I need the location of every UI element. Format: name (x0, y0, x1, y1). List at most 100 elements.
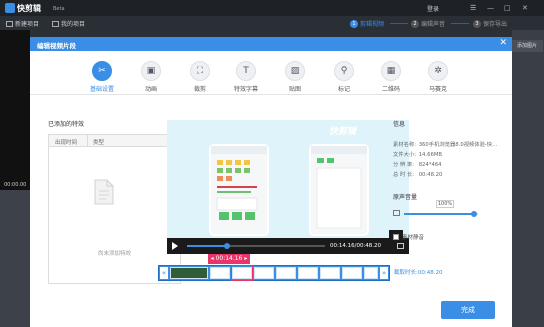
timeline-right-arrow-icon[interactable]: » (380, 267, 388, 279)
current-time-tag: ◂ 00:14.16 ▸ (208, 254, 250, 264)
volume-title: 原声音量 (393, 194, 418, 201)
phone-screen-left-icon (211, 146, 267, 220)
animation-icon: ▣ (141, 61, 161, 81)
app-toolbar: 新建项目 我的项目 1 剪辑视频 2 编辑声音 3 保存导出 (0, 16, 544, 30)
step-number: 2 (411, 19, 419, 28)
mute-checkbox[interactable] (393, 234, 399, 240)
timeline-left-arrow-icon[interactable]: « (160, 267, 168, 279)
info-value: 00:48.20 (418, 172, 443, 178)
mute-label: 素材静音 (402, 235, 425, 241)
tab-basic-settings[interactable]: ✂ 基础设置 (82, 61, 122, 93)
app-name: 快剪辑 (17, 4, 41, 13)
background-track (0, 190, 30, 327)
pin-icon: ⚲ (334, 61, 354, 81)
tab-label: 贴图 (288, 86, 301, 93)
info-value: 360手机浏览器8.0视频体验-快... (418, 142, 498, 148)
volume-slider-fill (404, 213, 474, 215)
qrcode-icon: ▦ (381, 61, 401, 81)
player-progress-fill (187, 245, 228, 247)
step-edit-video[interactable]: 1 剪辑视频 (350, 19, 384, 28)
info-key: 分 辨 率: (393, 162, 415, 168)
new-project-button[interactable]: 新建项目 (6, 19, 39, 28)
tab-label: 基础设置 (89, 86, 114, 93)
new-project-label: 新建项目 (15, 21, 40, 28)
done-button[interactable]: 完成 (441, 301, 495, 319)
step-label: 保存导出 (483, 21, 508, 28)
scissors-icon: ✂ (92, 61, 112, 81)
tab-crop[interactable]: ⛶ 裁剪 (180, 61, 220, 93)
player-volume-icon[interactable] (397, 243, 404, 249)
tab-mosaic[interactable]: ✲ 马赛克 (418, 61, 458, 93)
info-title: 信息 (393, 121, 406, 128)
effects-empty-text: 尚未添加特效 (97, 251, 131, 257)
volume-percent: 100% (436, 200, 454, 208)
info-row-filename: 素材名称: 360手机浏览器8.0视频体验-快... (393, 140, 497, 148)
text-icon: T (236, 61, 256, 81)
info-row-resolution: 分 辨 率: 824*464 (393, 160, 442, 168)
player-progress-handle[interactable] (224, 243, 231, 249)
timeline-frame (320, 267, 340, 279)
volume-slider[interactable] (404, 211, 478, 217)
step-number: 1 (350, 19, 358, 28)
timeline-current-marker[interactable] (231, 265, 253, 281)
tab-effect-subtitles[interactable]: T 特效字幕 (226, 61, 266, 93)
col-header-type: 类型 (93, 140, 105, 146)
tab-label: 动画 (144, 86, 157, 93)
add-image-button[interactable]: 添加图片 (511, 40, 543, 52)
video-watermark-logo: 快剪辑 (329, 127, 357, 137)
step-label: 编辑声音 (421, 21, 446, 28)
play-icon[interactable] (172, 242, 178, 250)
info-key: 文件大小: (393, 152, 416, 158)
tab-label: 裁剪 (193, 86, 206, 93)
step-number: 3 (473, 19, 481, 28)
dialog-close-icon[interactable]: ✕ (499, 38, 507, 48)
effects-table: 出现时间 类型 尚未添加特效 (48, 134, 181, 284)
phone-screen-right-icon (311, 146, 367, 229)
clip-duration-label: 截取时长:00:48.20 (394, 270, 443, 276)
tab-qrcode[interactable]: ▦ 二维码 (371, 61, 411, 93)
tab-animation[interactable]: ▣ 动画 (131, 61, 171, 93)
close-window-icon[interactable]: ✕ (522, 4, 528, 12)
menu-icon[interactable]: ☰ (470, 4, 476, 12)
player-controls: 00:14.16/00:48.20 (167, 238, 409, 254)
folder-icon (52, 20, 59, 27)
column-divider (87, 135, 88, 147)
tab-label: 标记 (337, 86, 350, 93)
maximize-icon[interactable]: □ (504, 4, 511, 12)
timeline-frame (298, 267, 318, 279)
background-time: 00:00.00 (4, 182, 27, 188)
crop-icon: ⛶ (190, 61, 210, 81)
mute-toggle[interactable]: 素材静音 (393, 233, 424, 241)
dialog-header: 编辑视频片段 ✕ (30, 37, 512, 51)
minimize-icon[interactable]: — (487, 4, 494, 12)
info-value: 14.66MB (418, 152, 443, 158)
step-export[interactable]: 3 保存导出 (473, 19, 507, 28)
info-row-duration: 总 时 长: 00:48.20 (393, 170, 442, 178)
player-time: 00:14.16/00:48.20 (330, 243, 382, 249)
app-title-bar: 快剪辑 Beta 登录 ☰ — □ ✕ (0, 0, 544, 16)
volume-slider-handle[interactable] (470, 211, 477, 217)
app-logo-icon (5, 3, 15, 13)
step-edit-audio[interactable]: 2 编辑声音 (411, 19, 445, 28)
login-link[interactable]: 登录 (427, 4, 439, 13)
timeline-frame (210, 267, 230, 279)
step-connector (451, 23, 469, 24)
step-label: 剪辑视频 (360, 21, 385, 28)
timeline-frame (364, 267, 378, 279)
tab-label: 特效字幕 (233, 86, 258, 93)
info-value: 824*464 (418, 162, 442, 168)
tab-sticker[interactable]: ▨ 贴图 (275, 61, 315, 93)
my-projects-label: 我的项目 (61, 21, 86, 28)
tab-label: 马赛克 (428, 86, 447, 93)
tab-label: 二维码 (381, 86, 400, 93)
new-project-icon (6, 20, 13, 27)
player-progress-bar[interactable] (187, 243, 325, 249)
tab-marker[interactable]: ⚲ 标记 (324, 61, 364, 93)
timeline-frame (276, 267, 296, 279)
tool-tabs: ✂ 基础设置 ▣ 动画 ⛶ 裁剪 T 特效字幕 ▨ 贴图 ⚲ 标记 ▦ 二维码 … (30, 51, 512, 95)
timeline-frame (342, 267, 362, 279)
clip-timeline[interactable]: « » (158, 265, 390, 281)
timeline-frame (254, 267, 274, 279)
timeline-frame (170, 267, 208, 279)
my-projects-button[interactable]: 我的项目 (52, 19, 85, 28)
